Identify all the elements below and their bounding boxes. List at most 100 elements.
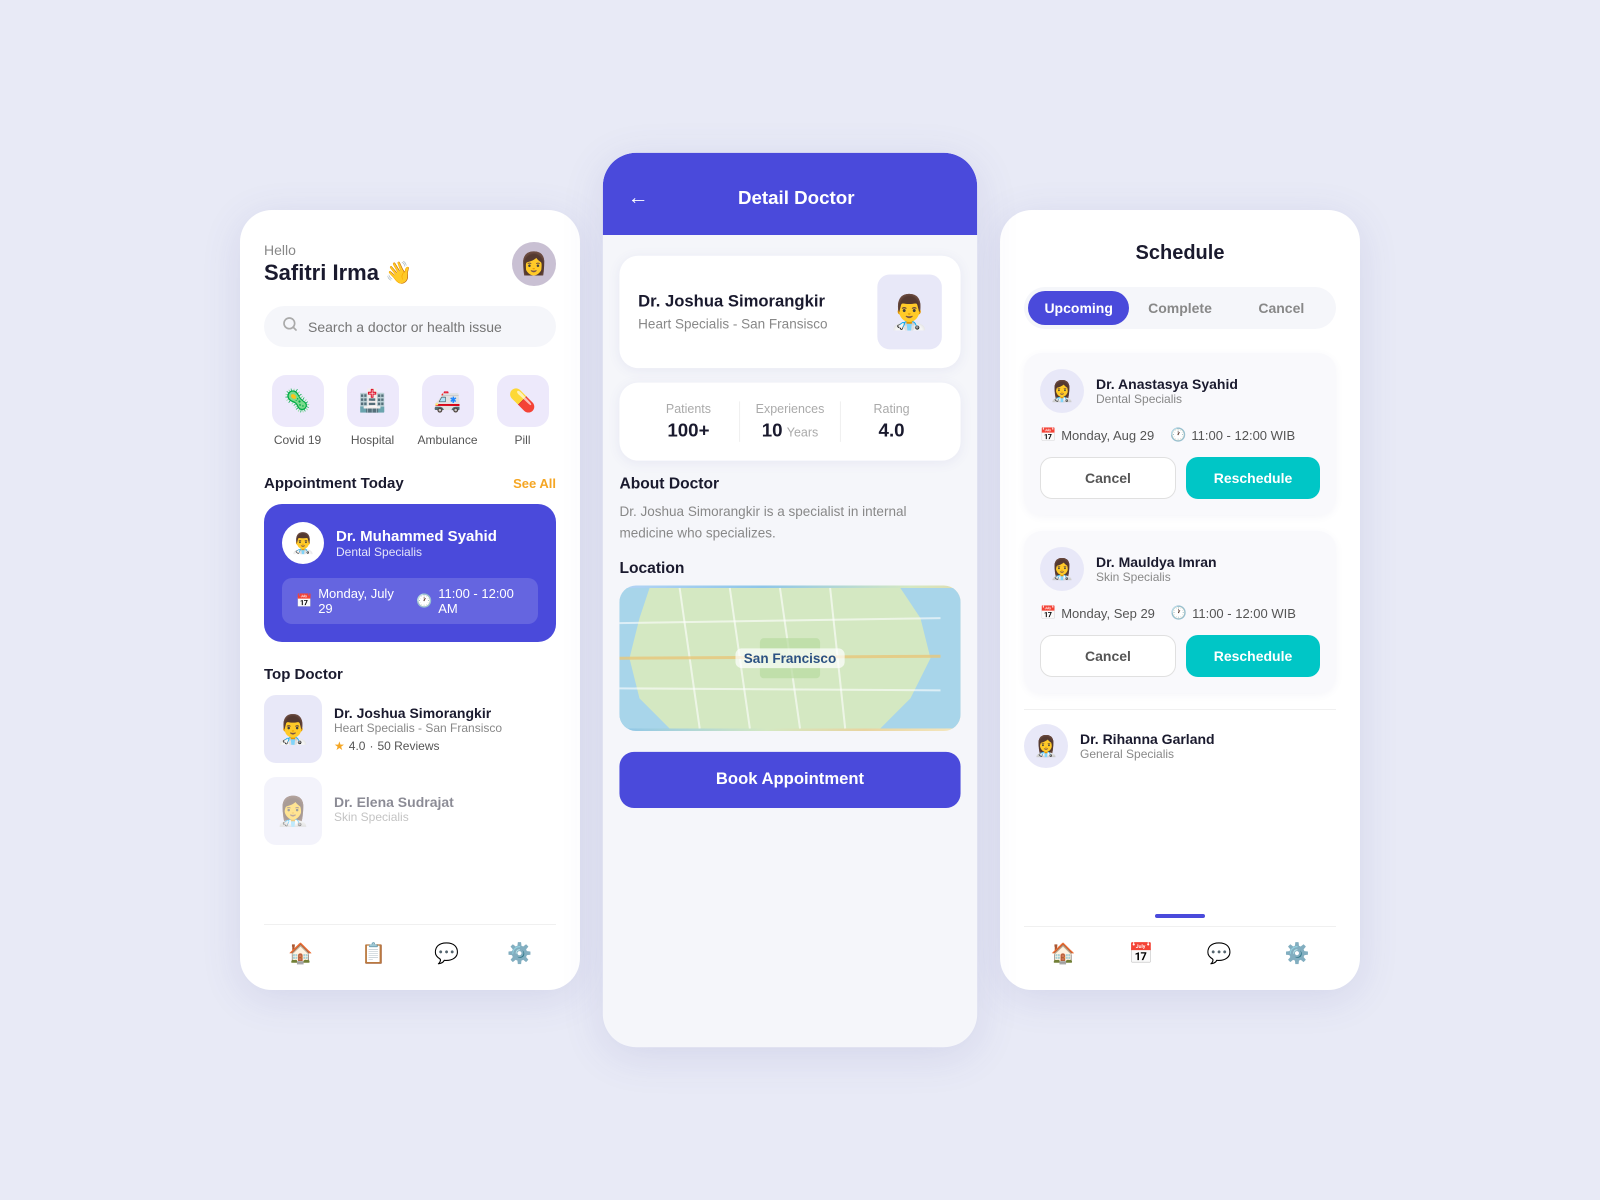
doctor-rating: ★ 4.0 · 50 Reviews bbox=[334, 739, 502, 753]
screen3-bottom-nav: 🏠 📅 💬 ⚙️ bbox=[1024, 926, 1336, 966]
map-box: San Francisco bbox=[619, 585, 960, 731]
sched-time-row-2: 📅 Monday, Sep 29 🕐 11:00 - 12:00 WIB bbox=[1040, 605, 1320, 621]
about-title: About Doctor bbox=[619, 475, 960, 493]
sched-avatar-1: 👩‍⚕️ bbox=[1040, 369, 1084, 413]
appt-time: 🕐 11:00 - 12:00 AM bbox=[416, 586, 524, 616]
screen-home: Hello Safitri Irma 👋 👩 🦠 Covid 19 🏥 Hosp… bbox=[240, 210, 580, 990]
greeting-text: Hello bbox=[264, 242, 412, 258]
appt-doctor-specialty: Dental Specialis bbox=[336, 545, 497, 559]
nav-chat[interactable]: 💬 bbox=[434, 941, 459, 966]
sched-doc-spec-1: Dental Specialis bbox=[1096, 392, 1238, 406]
schedule-card-2: 👩‍⚕️ Dr. Mauldya Imran Skin Specialis 📅 … bbox=[1024, 531, 1336, 693]
bottom-bar-indicator bbox=[1155, 914, 1205, 918]
appt-date: 📅 Monday, July 29 bbox=[296, 586, 400, 616]
reschedule-button-2[interactable]: Reschedule bbox=[1186, 635, 1320, 677]
screen-schedule: Schedule Upcoming Complete Cancel 👩‍⚕️ D… bbox=[1000, 210, 1360, 990]
stat-rating-label: Rating bbox=[874, 401, 910, 416]
sched-date-1: 📅 Monday, Aug 29 bbox=[1040, 427, 1154, 443]
third-doctor-specialty: General Specialis bbox=[1080, 747, 1215, 761]
location-section: Location San bbox=[619, 559, 960, 731]
book-appointment-button[interactable]: Book Appointment bbox=[619, 751, 960, 807]
doctor-thumbnail: 👨‍⚕️ bbox=[264, 695, 322, 763]
list-item[interactable]: 👨‍⚕️ Dr. Joshua Simorangkir Heart Specia… bbox=[264, 695, 556, 763]
category-ambulance[interactable]: 🚑 Ambulance bbox=[414, 375, 481, 447]
search-bar[interactable] bbox=[264, 306, 556, 347]
map-city-label: San Francisco bbox=[735, 648, 844, 668]
tab-complete[interactable]: Complete bbox=[1129, 291, 1230, 325]
nav-settings[interactable]: ⚙️ bbox=[507, 941, 532, 966]
cancel-button-1[interactable]: Cancel bbox=[1040, 457, 1176, 499]
stat-patients: Patients 100+ bbox=[638, 401, 740, 442]
category-label-pill: Pill bbox=[514, 433, 530, 447]
doctor-thumbnail: 👩‍⚕️ bbox=[264, 777, 322, 845]
top-doctor-specialty-2: Skin Specialis bbox=[334, 810, 454, 824]
stat-exp-value: 10 bbox=[762, 420, 783, 442]
category-covid[interactable]: 🦠 Covid 19 bbox=[264, 375, 331, 447]
top-doctor-label: Top Doctor bbox=[264, 666, 556, 683]
avatar: 👩 bbox=[512, 242, 556, 286]
stat-exp-unit: Years bbox=[787, 425, 818, 440]
search-input[interactable] bbox=[308, 319, 538, 335]
stat-rating-value: 4.0 bbox=[879, 420, 905, 442]
appt-doctor-name: Dr. Muhammed Syahid bbox=[336, 528, 497, 545]
s3-nav-settings[interactable]: ⚙️ bbox=[1285, 941, 1310, 966]
profile-doctor-name: Dr. Joshua Simorangkir bbox=[638, 293, 827, 312]
about-text: Dr. Joshua Simorangkir is a specialist i… bbox=[619, 501, 960, 544]
s3-nav-chat[interactable]: 💬 bbox=[1207, 941, 1232, 966]
sched-time-row-1: 📅 Monday, Aug 29 🕐 11:00 - 12:00 WIB bbox=[1040, 427, 1320, 443]
stat-exp-label: Experiences bbox=[756, 401, 825, 416]
tab-upcoming[interactable]: Upcoming bbox=[1028, 291, 1129, 325]
user-name: Safitri Irma 👋 bbox=[264, 260, 412, 286]
sched-actions-2: Cancel Reschedule bbox=[1040, 635, 1320, 677]
top-doctor-name: Dr. Joshua Simorangkir bbox=[334, 705, 502, 721]
search-icon bbox=[282, 316, 298, 337]
star-icon: ★ bbox=[334, 739, 345, 753]
location-title: Location bbox=[619, 559, 960, 577]
reschedule-button-1[interactable]: Reschedule bbox=[1186, 457, 1320, 499]
cancel-button-2[interactable]: Cancel bbox=[1040, 635, 1176, 677]
ambulance-icon: 🚑 bbox=[422, 375, 474, 427]
nav-list[interactable]: 📋 bbox=[361, 941, 386, 966]
sched-doc-name-2: Dr. Mauldya Imran bbox=[1096, 554, 1217, 570]
screen-detail-doctor: ← Detail Doctor Dr. Joshua Simorangkir H… bbox=[603, 153, 977, 1047]
clock-icon-1: 🕐 bbox=[1170, 427, 1186, 443]
doctor-profile-card: Dr. Joshua Simorangkir Heart Specialis -… bbox=[619, 256, 960, 368]
bottom-navigation: 🏠 📋 💬 ⚙️ bbox=[264, 924, 556, 966]
clock-icon-2: 🕐 bbox=[1171, 605, 1187, 621]
hospital-icon: 🏥 bbox=[347, 375, 399, 427]
tab-row: Upcoming Complete Cancel bbox=[1024, 287, 1336, 329]
stats-card: Patients 100+ Experiences 10 Years Ratin… bbox=[619, 383, 960, 461]
sched-time-1: 🕐 11:00 - 12:00 WIB bbox=[1170, 427, 1295, 443]
profile-doctor-image: 👨‍⚕️ bbox=[877, 274, 941, 349]
sched-avatar-2: 👩‍⚕️ bbox=[1040, 547, 1084, 591]
profile-doctor-specialty: Heart Specialis - San Fransisco bbox=[638, 316, 827, 332]
about-section: About Doctor Dr. Joshua Simorangkir is a… bbox=[619, 475, 960, 544]
list-item[interactable]: 👩‍⚕️ Dr. Elena Sudrajat Skin Specialis bbox=[264, 777, 556, 845]
tab-cancel[interactable]: Cancel bbox=[1231, 291, 1332, 325]
sched-date-2: 📅 Monday, Sep 29 bbox=[1040, 605, 1155, 621]
category-pill[interactable]: 💊 Pill bbox=[489, 375, 556, 447]
third-doctor-avatar: 👩‍⚕️ bbox=[1024, 724, 1068, 768]
back-button[interactable]: ← bbox=[628, 186, 649, 210]
category-hospital[interactable]: 🏥 Hospital bbox=[339, 375, 406, 447]
stat-experiences: Experiences 10 Years bbox=[740, 401, 842, 442]
see-all-button[interactable]: See All bbox=[513, 476, 556, 491]
s3-nav-home[interactable]: 🏠 bbox=[1051, 941, 1076, 966]
s3-nav-calendar[interactable]: 📅 bbox=[1129, 941, 1154, 966]
stat-rating: Rating 4.0 bbox=[841, 401, 942, 442]
schedule-card-1: 👩‍⚕️ Dr. Anastasya Syahid Dental Special… bbox=[1024, 353, 1336, 515]
top-doctor-name-2: Dr. Elena Sudrajat bbox=[334, 794, 454, 810]
screen2-title: Detail Doctor bbox=[661, 187, 931, 209]
sched-actions-1: Cancel Reschedule bbox=[1040, 457, 1320, 499]
top-doctor-specialty: Heart Specialis - San Fransisco bbox=[334, 721, 502, 735]
stat-patients-value: 100+ bbox=[667, 420, 709, 442]
covid-icon: 🦠 bbox=[272, 375, 324, 427]
nav-home[interactable]: 🏠 bbox=[288, 941, 313, 966]
third-doctor-row[interactable]: 👩‍⚕️ Dr. Rihanna Garland General Special… bbox=[1024, 709, 1336, 782]
pill-icon: 💊 bbox=[497, 375, 549, 427]
schedule-title: Schedule bbox=[1024, 242, 1336, 265]
category-label-covid: Covid 19 bbox=[274, 433, 321, 447]
calendar-icon-1: 📅 bbox=[1040, 427, 1056, 443]
category-label-hospital: Hospital bbox=[351, 433, 394, 447]
appointment-card: 👨‍⚕️ Dr. Muhammed Syahid Dental Speciali… bbox=[264, 504, 556, 642]
